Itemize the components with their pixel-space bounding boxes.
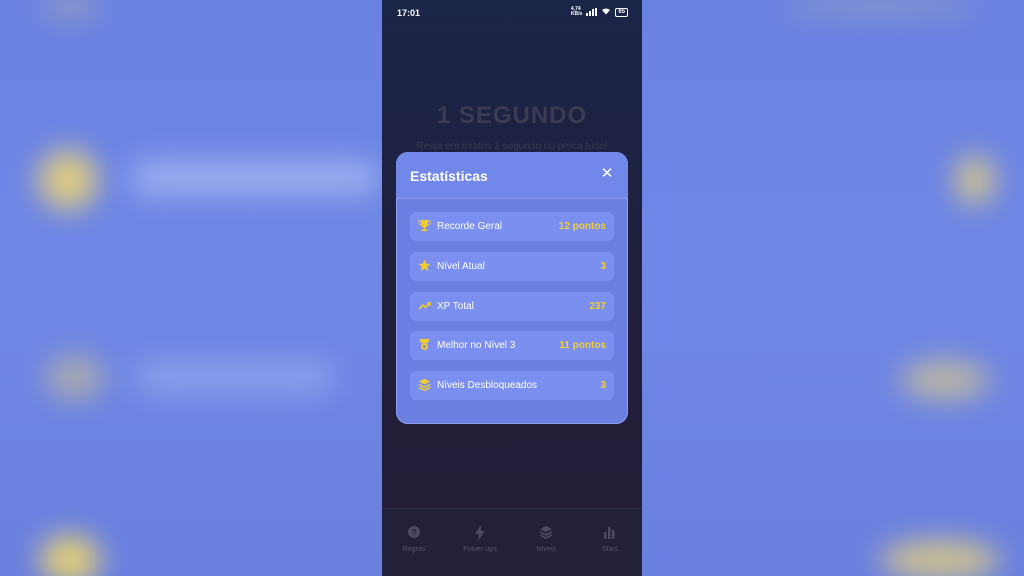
close-button[interactable]: ✕ [598,165,616,183]
game-title: 1 SEGUNDO [436,102,588,129]
stat-row-niveis-desbloqueados: Níveis Desbloqueados 3 [410,371,614,400]
status-icons: 4,74 KB/s 65 [571,7,628,17]
status-time: 17:01 [397,8,421,18]
stat-label: Níveis Desbloqueados [437,380,538,391]
bottom-tab-bar: ? Regras Power-ups Níveis Stats [382,508,642,576]
blur-shape [900,360,990,400]
game-subtitle: Reaja em exatos 1 segundo ou perca tudo! [416,141,608,152]
stat-row-xp-total: XP Total 237 [410,292,614,321]
blur-shape [880,540,1000,576]
tab-stats[interactable]: Stats [586,525,634,565]
stat-row-recorde-geral: Recorde Geral 12 pontos [410,212,614,241]
wifi-icon [601,7,611,17]
tab-label: Níveis [536,546,556,553]
tab-label: Power-ups [463,546,497,553]
blur-shape [955,155,995,205]
layers-icon [522,525,570,543]
bar-chart-icon [586,525,634,543]
statistics-modal: Estatísticas ✕ Recorde Geral 12 pontos N… [396,152,628,424]
svg-text:?: ? [411,528,417,538]
status-bar: 17:01 4,74 KB/s 65 [382,0,642,24]
stat-value: 3 [600,261,606,272]
medal-icon [417,338,431,352]
stat-label: Melhor no Nível 3 [437,340,516,351]
tab-power-ups[interactable]: Power-ups [456,525,504,565]
tab-label: Regras [402,546,426,553]
stat-label: Recorde Geral [437,221,503,232]
tab-niveis[interactable]: Níveis [522,525,570,565]
stat-value: 237 [589,301,606,312]
signal-icon [586,8,598,16]
stat-label: Nível Atual [437,261,485,272]
close-icon: ✕ [600,165,614,182]
bolt-icon [456,525,504,543]
stat-value: 3 [600,380,606,391]
stat-label: XP Total [437,301,474,312]
trophy-icon [417,219,431,233]
stat-value: 12 pontos [558,221,606,232]
modal-title: Estatísticas [410,168,488,184]
blur-shape [40,0,100,14]
blur-shape [40,535,100,576]
stat-value: 11 pontos [559,340,606,351]
blur-shape [38,150,98,210]
trending-up-icon [417,299,431,313]
tab-regras[interactable]: ? Regras [390,525,438,565]
network-speed: 4,74 KB/s [570,6,583,17]
stat-row-nivel-atual: Nível Atual 3 [410,252,614,281]
star-icon [417,259,431,273]
layers-icon [417,378,431,392]
battery-indicator: 65 [615,7,628,17]
blur-shape [45,355,105,400]
blur-shape [130,160,380,196]
help-icon: ? [390,525,438,543]
blur-shape [135,360,335,394]
stat-row-melhor-nivel: Melhor no Nível 3 11 pontos [410,331,614,360]
blur-shape [780,0,980,12]
tab-label: Stats [602,546,618,553]
modal-header: Estatísticas ✕ [396,152,628,199]
